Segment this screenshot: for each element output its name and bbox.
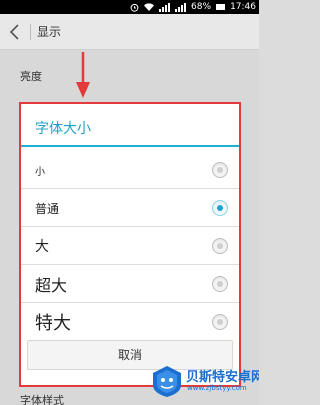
option-label: 超大 <box>35 276 68 295</box>
radio-icon[interactable] <box>212 276 228 292</box>
option-label: 大 <box>35 239 49 255</box>
watermark-name: 贝斯特安卓网 <box>186 370 259 385</box>
font-size-dialog: 字体大小 小 普通 大 超大 特大 取消 <box>19 102 241 387</box>
chevron-left-icon <box>9 24 19 40</box>
font-size-option-normal[interactable]: 普通 <box>21 189 239 227</box>
option-label: 普通 <box>35 201 60 216</box>
action-bar: 显示 <box>0 14 259 50</box>
option-label: 特大 <box>35 313 71 334</box>
wifi-icon <box>144 3 155 11</box>
radio-icon[interactable] <box>212 238 228 254</box>
page-title: 显示 <box>37 25 62 39</box>
font-size-option-extra-large[interactable]: 超大 <box>21 265 239 303</box>
alarm-icon <box>130 3 139 12</box>
battery-icon <box>216 4 226 10</box>
battery-percent: 68% <box>191 2 212 12</box>
screen: 68% 17:46 显示 亮度 字体样式 字体大小 小 普通 大 超大 特大 取… <box>0 0 259 405</box>
radio-icon[interactable] <box>212 162 228 178</box>
radio-selected-icon[interactable] <box>212 200 228 216</box>
font-size-option-small[interactable]: 小 <box>21 151 239 189</box>
radio-icon[interactable] <box>212 314 228 330</box>
back-button[interactable] <box>4 20 26 44</box>
dialog-title: 字体大小 <box>35 121 91 137</box>
status-bar: 68% 17:46 <box>0 0 259 14</box>
signal-icon <box>159 2 171 12</box>
signal-icon <box>175 2 187 12</box>
watermark-logo-icon <box>153 366 181 397</box>
font-size-option-large[interactable]: 大 <box>21 227 239 265</box>
watermark-url: www.zjbstyy.com <box>187 384 247 392</box>
divider <box>30 24 31 40</box>
red-arrow-annotation <box>76 52 90 98</box>
font-size-option-huge[interactable]: 特大 <box>21 303 239 341</box>
status-time: 17:46 <box>230 2 256 12</box>
divider <box>21 145 239 147</box>
option-label: 小 <box>35 166 45 178</box>
watermark: 贝斯特安卓网 www.zjbstyy.com <box>150 360 259 404</box>
